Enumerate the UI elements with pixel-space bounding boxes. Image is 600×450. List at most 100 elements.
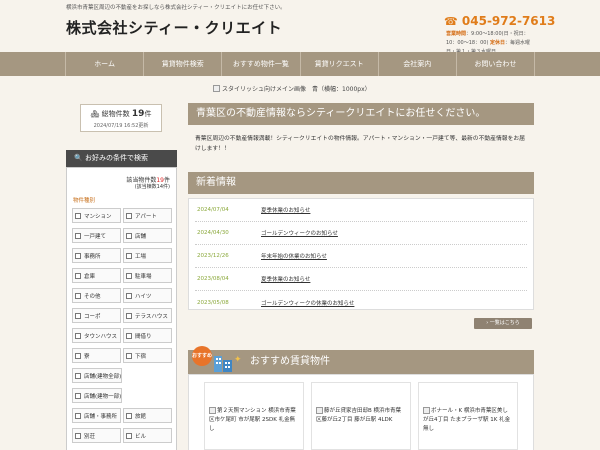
site-tagline: 横浜市青葉区周辺の不動産をお探しなら株式会社シティー・クリエイトにお任せ下さい。	[66, 5, 286, 11]
news-more-button[interactable]: › 一覧はこちら	[474, 318, 532, 329]
type-label: ビル	[135, 433, 147, 440]
news-title-link[interactable]: 夏季休業のお知らせ	[261, 206, 310, 214]
type-checkbox[interactable]: 下宿	[123, 348, 172, 363]
matching-building-count: (該当棟数14件)	[134, 184, 170, 190]
type-checkbox[interactable]: ハイツ	[123, 288, 172, 303]
checkbox-box[interactable]	[75, 392, 81, 399]
checkbox-box[interactable]	[75, 232, 81, 239]
company-logo-text[interactable]: 株式会社シティー・クリエイト	[66, 17, 282, 38]
checkbox-box[interactable]	[75, 272, 81, 279]
hero-image-placeholder: スタイリッシュ向けメイン画像 青（横幅：1000px）	[213, 84, 371, 93]
type-checkbox[interactable]: アパート	[123, 208, 172, 223]
type-label: 倉庫	[84, 273, 96, 280]
type-label: 店舗(建物全部)	[84, 373, 122, 380]
news-title-link[interactable]: ゴールデンウィークの休業のお知らせ	[261, 299, 354, 307]
nav-company[interactable]: 会社案内	[379, 52, 457, 76]
type-label: 店舗・事務所	[84, 413, 118, 420]
type-checkbox[interactable]: 事務所	[72, 248, 121, 263]
checkbox-box[interactable]	[75, 252, 81, 259]
checkbox-box[interactable]	[126, 432, 132, 439]
checkbox-box[interactable]	[75, 292, 81, 299]
phone-number[interactable]: ☎ 045-972-7613	[444, 14, 555, 28]
type-checkbox[interactable]: 店舗(建物全部)	[72, 368, 122, 383]
checkbox-box[interactable]	[75, 332, 81, 339]
type-checkbox[interactable]: コーポ	[72, 308, 121, 323]
type-checkbox[interactable]: 一戸建て	[72, 228, 121, 243]
news-title-link[interactable]: 夏季休業のお知らせ	[261, 275, 310, 283]
nav-recommended-list[interactable]: おすすめ物件一覧	[222, 52, 301, 76]
broken-image-icon	[213, 85, 220, 92]
news-item: 2023/08/04 夏季休業のお知らせ	[195, 268, 527, 291]
type-checkbox[interactable]: 店舗(建物一部)	[72, 388, 122, 403]
checkbox-box[interactable]	[75, 212, 81, 219]
checkbox-box[interactable]	[126, 332, 132, 339]
news-date: 2023/12/26	[197, 253, 229, 259]
checkbox-box[interactable]	[126, 252, 132, 259]
type-checkbox[interactable]: 工場	[123, 248, 172, 263]
property-card-text: 第２天照マンション 横浜市青葉区市ケ尾町 市が尾駅 2SDK 礼金無し	[209, 408, 296, 432]
condition-search-header: 🔍 お好みの条件で検索	[66, 150, 177, 167]
type-label: テラスハウス	[135, 313, 168, 320]
type-checkbox[interactable]: タウンハウス	[72, 328, 121, 343]
type-checkbox[interactable]: ビル	[123, 428, 172, 443]
checkbox-box[interactable]	[126, 312, 132, 319]
news-date: 2024/04/30	[197, 230, 229, 236]
count-unit: 件	[144, 110, 152, 118]
type-checkbox[interactable]: その他	[72, 288, 121, 303]
type-checkbox[interactable]: 旅館	[123, 408, 172, 423]
condition-search-panel: 該当物件数19件 (該当棟数14件) 物件種別 マンション アパート 一戸建て …	[66, 167, 177, 450]
type-checkbox[interactable]: 店舗・事務所	[72, 408, 121, 423]
count-number: 19	[131, 109, 145, 119]
type-label: アパート	[135, 213, 157, 220]
checkbox-box[interactable]	[126, 212, 132, 219]
news-title-link[interactable]: 年末年始の休業のお知らせ	[261, 252, 327, 260]
sparkle-icon: ✦	[234, 355, 242, 365]
checkbox-box[interactable]	[126, 232, 132, 239]
matching-count-number: 19	[156, 177, 164, 184]
checkbox-box[interactable]	[126, 352, 132, 359]
hero-alt-text: スタイリッシュ向けメイン画像 青（横幅：1000px）	[222, 86, 371, 93]
type-label: コーポ	[84, 313, 101, 320]
checkbox-box[interactable]	[75, 312, 81, 319]
news-title-link[interactable]: ゴールデンウィークのお知らせ	[261, 229, 338, 237]
checkbox-box[interactable]	[75, 352, 81, 359]
type-checkbox[interactable]: 別荘	[72, 428, 121, 443]
type-label: 寮	[84, 353, 90, 360]
checkbox-box[interactable]	[75, 432, 81, 439]
intro-heading: 青葉区の不動産情報ならシティークリエイトにお任せください。	[188, 103, 534, 125]
checkbox-box[interactable]	[75, 372, 81, 379]
property-card[interactable]: ボナール・K 横浜市青葉区美しが丘4丁目 たまプラーザ駅 1K 礼金無し	[418, 382, 518, 450]
type-checkbox[interactable]: 駐車場	[123, 268, 172, 283]
broken-image-icon	[316, 407, 323, 414]
property-card[interactable]: 藤が丘貸家吉田邸B 横浜市青葉区藤が丘2丁目 藤が丘駅 4LDK	[311, 382, 411, 450]
checkbox-box[interactable]	[126, 412, 132, 419]
checkbox-box[interactable]	[126, 272, 132, 279]
property-type-label: 物件種別	[73, 198, 96, 204]
checkbox-box[interactable]	[75, 412, 81, 419]
type-checkbox[interactable]: 寮	[72, 348, 121, 363]
type-label: 旅館	[135, 413, 147, 420]
news-list: 2024/07/04 夏季休業のお知らせ 2024/04/30 ゴールデンウィー…	[188, 198, 534, 310]
news-item: 2023/12/26 年末年始の休業のお知らせ	[195, 245, 527, 268]
property-card-text: 藤が丘貸家吉田邸B 横浜市青葉区藤が丘2丁目 藤が丘駅 4LDK	[316, 408, 402, 423]
checkbox-box[interactable]	[126, 292, 132, 299]
type-label: 事務所	[84, 253, 101, 260]
nav-rental-search[interactable]: 賃貸物件検索	[144, 52, 223, 76]
type-checkbox[interactable]: 間借り	[123, 328, 172, 343]
type-label: 店舗(建物一部)	[84, 393, 122, 400]
recommend-badge: おすすめ	[192, 346, 212, 366]
nav-rental-request[interactable]: 賃貸リクエスト	[301, 52, 379, 76]
type-checkbox[interactable]: 倉庫	[72, 268, 121, 283]
property-card[interactable]: 第２天照マンション 横浜市青葉区市ケ尾町 市が尾駅 2SDK 礼金無し	[204, 382, 304, 450]
phone-number-text: 045-972-7613	[461, 14, 556, 28]
intro-text: 青葉区周辺の不動産情報満載！シティークリエイトの物件情報。アパート・マンション・…	[195, 136, 525, 152]
type-checkbox[interactable]: 店舗	[123, 228, 172, 243]
broken-image-icon	[423, 407, 430, 414]
phone-icon: ☎	[444, 15, 458, 28]
type-checkbox[interactable]: テラスハウス	[123, 308, 172, 323]
nav-contact[interactable]: お問い合わせ	[457, 52, 536, 76]
nav-home[interactable]: ホーム	[65, 52, 145, 76]
building-icon	[214, 356, 232, 372]
global-nav: ホーム 賃貸物件検索 おすすめ物件一覧 賃貸リクエスト 会社案内 お問い合わせ	[0, 52, 600, 76]
type-checkbox[interactable]: マンション	[72, 208, 121, 223]
